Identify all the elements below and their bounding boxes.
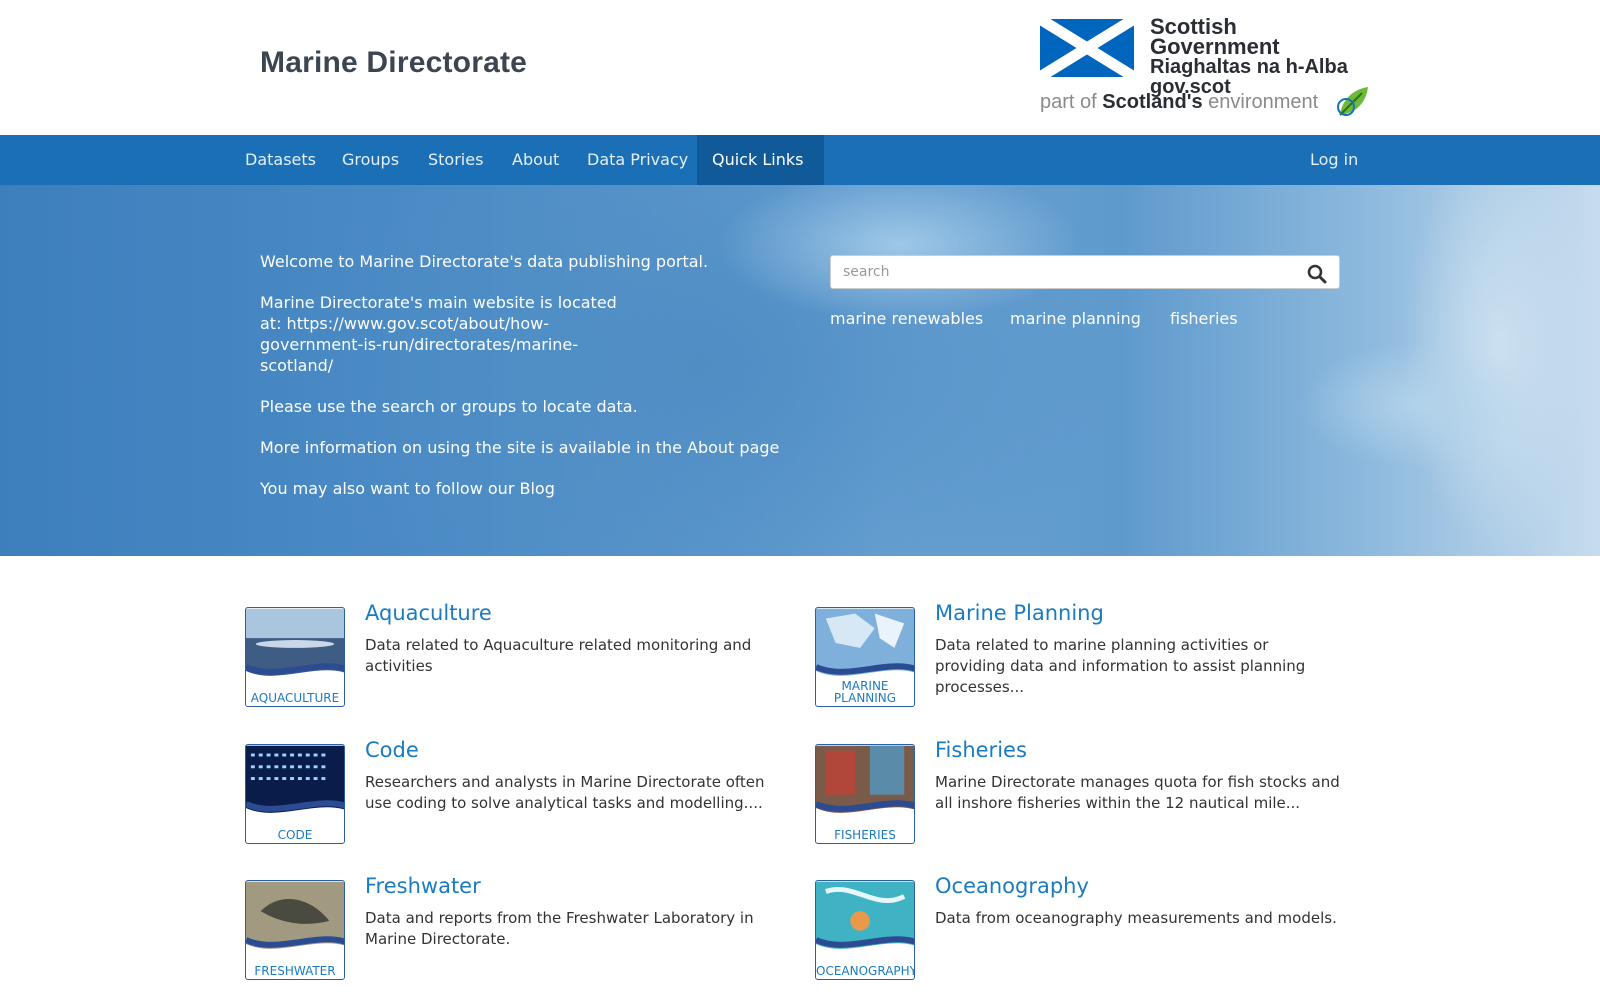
- group-fisheries[interactable]: FISHERIES Fisheries Marine Directorate m…: [815, 684, 1340, 844]
- aquaculture-description: Data related to Aquaculture related moni…: [365, 636, 752, 675]
- welcome-text: Welcome to Marine Directorate's data pub…: [260, 251, 779, 519]
- search-input[interactable]: [831, 256, 1339, 288]
- welcome-paragraph: Welcome to Marine Directorate's data pub…: [260, 252, 709, 271]
- main-navbar: Datasets Groups Stories About Data Priva…: [0, 135, 1600, 214]
- nav-datasets[interactable]: Datasets: [230, 135, 331, 185]
- group-aquaculture[interactable]: AQUACULTURE Aquaculture Data related to …: [245, 547, 765, 707]
- tag-marine-renewables[interactable]: marine renewables: [830, 309, 983, 328]
- fisheries-title[interactable]: Fisheries: [935, 738, 1027, 762]
- leaf-icon: [1337, 87, 1368, 116]
- code-title[interactable]: Code: [365, 738, 419, 762]
- oceanography-image[interactable]: OCEANOGRAPHY: [815, 880, 915, 980]
- oceanography-title[interactable]: Oceanography: [935, 874, 1089, 898]
- search-box: [830, 255, 1340, 289]
- nav-groups[interactable]: Groups: [327, 135, 414, 185]
- site-title[interactable]: Marine Directorate: [260, 46, 527, 80]
- nav-about[interactable]: About: [497, 135, 574, 185]
- wave-graphic: [816, 936, 914, 966]
- nav-quick-links-label: Quick Links: [712, 150, 804, 169]
- site-header: Marine Directorate Scottish Government R…: [0, 0, 1600, 135]
- search-icon[interactable]: [1307, 264, 1327, 284]
- website-paragraph[interactable]: Marine Directorate's main website is loc…: [260, 292, 640, 376]
- freshwater-image[interactable]: FRESHWATER: [245, 880, 345, 980]
- nav-login[interactable]: Log in: [1295, 135, 1373, 185]
- scotlands-environment-tagline: part of Scotland's environment: [1040, 87, 1370, 119]
- group-marine-planning[interactable]: MARINE PLANNING Marine Planning Data rel…: [815, 547, 1335, 707]
- freshwater-description: Data and reports from the Freshwater Lab…: [365, 909, 754, 948]
- nav-quick-links[interactable]: Quick Links: [697, 135, 824, 214]
- nav-stories[interactable]: Stories: [413, 135, 498, 185]
- freshwater-title[interactable]: Freshwater: [365, 874, 481, 898]
- groups-listing: AQUACULTURE Aquaculture Data related to …: [0, 556, 1600, 1000]
- about-paragraph[interactable]: More information on using the site is av…: [260, 437, 779, 458]
- group-code[interactable]: CODE Code Researchers and analysts in Ma…: [245, 684, 765, 844]
- nav-data-privacy[interactable]: Data Privacy: [572, 135, 703, 185]
- hero-banner: Welcome to Marine Directorate's data pub…: [0, 185, 1600, 556]
- group-oceanography[interactable]: OCEANOGRAPHY Oceanography Data from ocea…: [815, 820, 1337, 980]
- wave-graphic: [246, 936, 344, 966]
- group-freshwater[interactable]: FRESHWATER Freshwater Data and reports f…: [245, 820, 765, 980]
- fisheries-description: Marine Directorate manages quota for fis…: [935, 773, 1340, 812]
- search-hint-paragraph: Please use the search or groups to locat…: [260, 397, 638, 416]
- oceanography-image-label: OCEANOGRAPHY: [816, 964, 915, 978]
- aquaculture-title[interactable]: Aquaculture: [365, 601, 492, 625]
- marine-planning-title[interactable]: Marine Planning: [935, 601, 1104, 625]
- tag-marine-planning[interactable]: marine planning: [1010, 309, 1141, 328]
- code-description: Researchers and analysts in Marine Direc…: [365, 773, 765, 812]
- tag-fisheries[interactable]: fisheries: [1170, 309, 1238, 328]
- saltire-flag-icon: [1040, 19, 1134, 77]
- scottish-government-logo[interactable]: Scottish Government Riaghaltas na h-Alba…: [1040, 16, 1372, 121]
- freshwater-image-label: FRESHWATER: [254, 964, 336, 978]
- blog-paragraph[interactable]: You may also want to follow our Blog: [260, 478, 760, 499]
- oceanography-description: Data from oceanography measurements and …: [935, 909, 1337, 927]
